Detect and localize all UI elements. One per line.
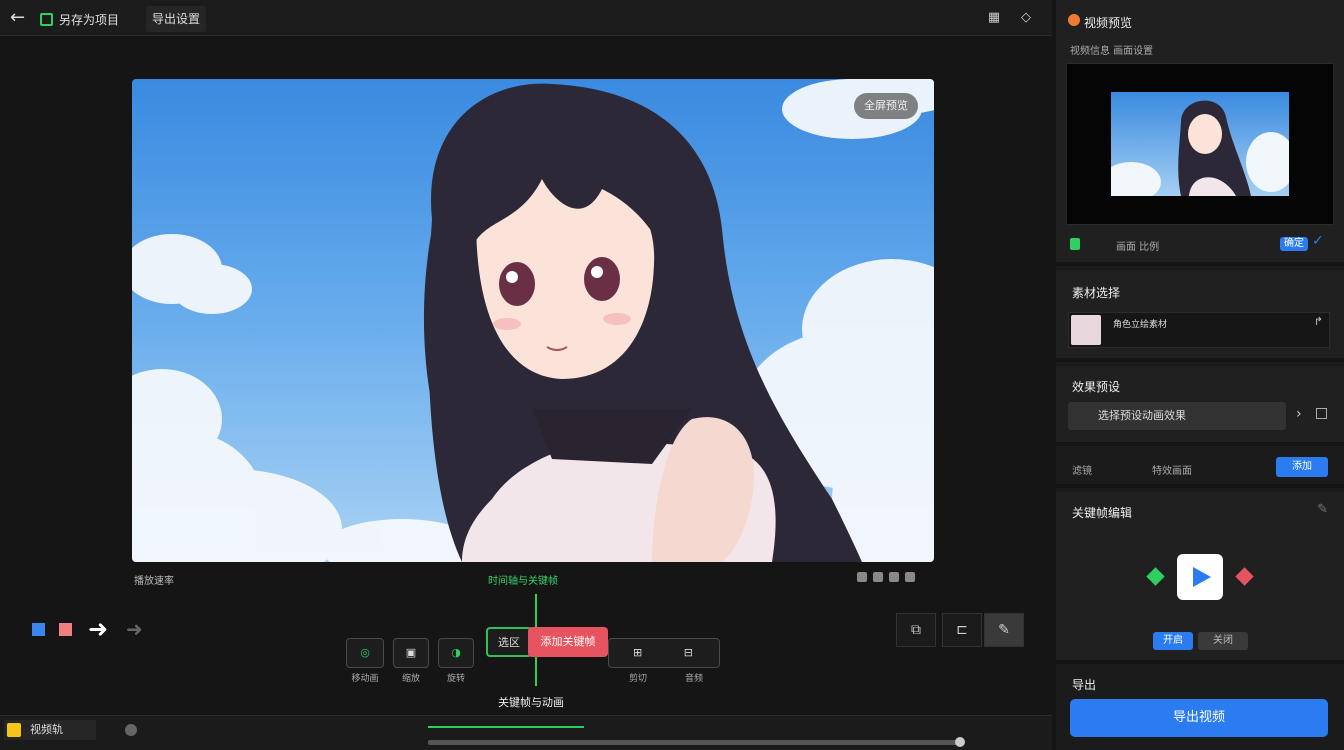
- preset-field[interactable]: 选择预设动画效果: [1068, 402, 1286, 430]
- anime-girl-illustration: [132, 79, 934, 562]
- cut-icon[interactable]: ⊞: [633, 646, 642, 659]
- split-tool-icon[interactable]: ⊏: [942, 613, 982, 647]
- effects-label[interactable]: 特效画面: [1152, 462, 1192, 477]
- camera-icon[interactable]: [873, 572, 883, 582]
- scale-button[interactable]: ▣: [393, 638, 429, 668]
- cut-label: 剪切: [628, 674, 647, 684]
- add-button[interactable]: 添加: [1276, 457, 1328, 477]
- track-icon: [7, 723, 21, 737]
- preview-subtitle: 视频信息 画面设置: [1070, 46, 1154, 57]
- back-arrow-icon[interactable]: ←: [10, 8, 30, 28]
- keyframe-animation-label: 关键帧与动画: [498, 696, 564, 709]
- timeline-bar: 视频轨: [0, 715, 1052, 750]
- preview-title: 视频预览: [1084, 16, 1133, 30]
- asset-section: 素材选择 角色立绘素材 ↱: [1056, 270, 1344, 362]
- right-panel: 视频预览 视频信息 画面设置 画面 比例 确定 ✓ 素材选择 角色立绘素材 ↱ …: [1056, 0, 1344, 750]
- video-preview-canvas[interactable]: 全屏预览: [132, 79, 934, 562]
- top-bar: ← 另存为项目 导出设置 ▦ ◇: [0, 0, 1052, 36]
- red-marker-icon[interactable]: [59, 623, 72, 636]
- move-icon: ◎: [360, 646, 370, 659]
- selection-button[interactable]: 选区: [486, 627, 532, 657]
- aspect-icon[interactable]: [1070, 238, 1080, 250]
- expand-icon[interactable]: [905, 572, 915, 582]
- asset-section-title: 素材选择: [1072, 286, 1121, 300]
- thumbnail-preview[interactable]: [1066, 63, 1334, 225]
- project-icon: [40, 12, 53, 26]
- add-keyframe-button[interactable]: 添加关键帧: [528, 627, 608, 657]
- record-icon[interactable]: [125, 724, 137, 736]
- scale-icon: ▣: [405, 646, 417, 659]
- layers-icon[interactable]: [889, 572, 899, 582]
- edit-icon[interactable]: ✎: [1317, 502, 1328, 517]
- audio-label: 音频: [684, 674, 703, 684]
- keyframe-section-title: 关键帧编辑: [1072, 506, 1133, 520]
- preview-tools: [857, 572, 915, 582]
- share-icon[interactable]: ↱: [1314, 315, 1323, 328]
- rotate-button[interactable]: ◑: [438, 638, 474, 668]
- asset-thumbnail: [1071, 315, 1101, 345]
- toggle-off-button[interactable]: 关闭: [1198, 632, 1248, 650]
- thumbnail-image: [1111, 92, 1289, 196]
- pen-tool-icon[interactable]: ✎: [984, 613, 1024, 647]
- timeline-track[interactable]: [428, 740, 960, 745]
- timeline-keyframe-label: 时间轴与关键帧: [488, 576, 558, 587]
- move-label: 移动画: [351, 674, 379, 684]
- video-editor-window: ← 另存为项目 导出设置 ▦ ◇ 全屏预览 播放速率 时间轴与关键帧 ➜ ➜ ◎…: [0, 0, 1344, 750]
- thumbnail-illustration: [1111, 100, 1289, 196]
- fullscreen-preview-chip[interactable]: 全屏预览: [854, 93, 918, 119]
- preview-section: 视频预览 视频信息 画面设置 画面 比例 确定 ✓: [1056, 0, 1344, 266]
- crop-tool-icon[interactable]: ⧉: [896, 613, 936, 647]
- check-icon[interactable]: ✓: [1312, 233, 1324, 249]
- filter-row: 滤镜 特效画面 添加: [1056, 450, 1344, 488]
- export-settings-tab[interactable]: 导出设置: [146, 6, 207, 32]
- square-icon[interactable]: [1316, 408, 1327, 419]
- chevron-right-icon[interactable]: ›: [1296, 406, 1302, 422]
- scale-label: 缩放: [401, 674, 420, 684]
- blue-marker-icon[interactable]: [32, 623, 45, 636]
- audio-icon[interactable]: ⊟: [684, 646, 693, 659]
- cut-audio-group[interactable]: ⊞ ⊟: [608, 638, 720, 668]
- move-button[interactable]: ◎: [346, 638, 384, 668]
- project-title: 另存为项目: [59, 12, 120, 27]
- rotate-label: 旋转: [446, 674, 465, 684]
- shape-icon[interactable]: ◇: [1018, 10, 1034, 26]
- preset-section: 效果预设 选择预设动画效果 ›: [1056, 366, 1344, 446]
- filter-label[interactable]: 滤镜: [1072, 462, 1092, 477]
- grid-icon[interactable]: [857, 572, 867, 582]
- playback-speed-label: 播放速率: [134, 576, 174, 587]
- project-title-chip[interactable]: 另存为项目: [40, 8, 119, 30]
- toggle-on-button[interactable]: 开启: [1153, 632, 1193, 650]
- layout-icon[interactable]: ▦: [986, 10, 1002, 26]
- export-section-title: 导出: [1072, 678, 1097, 692]
- export-button[interactable]: 导出视频: [1070, 699, 1328, 737]
- forward-arrow-icon[interactable]: ➜: [126, 616, 143, 642]
- video-track-label: 视频轨: [30, 723, 63, 736]
- asset-name: 角色立绘素材: [1113, 320, 1168, 330]
- asset-row[interactable]: 角色立绘素材 ↱: [1068, 312, 1330, 348]
- play-button[interactable]: [1177, 554, 1223, 600]
- video-track-chip[interactable]: 视频轨: [4, 720, 96, 740]
- rotate-icon: ◑: [451, 646, 461, 659]
- timeline-selection: [428, 726, 584, 728]
- brand-icon: [1068, 14, 1080, 26]
- preset-section-title: 效果预设: [1072, 380, 1121, 394]
- apply-button[interactable]: 确定: [1280, 237, 1308, 251]
- next-arrow-icon[interactable]: ➜: [88, 616, 108, 642]
- aspect-ratio-label: 画面 比例: [1116, 242, 1160, 253]
- timeline-handle[interactable]: [955, 737, 965, 747]
